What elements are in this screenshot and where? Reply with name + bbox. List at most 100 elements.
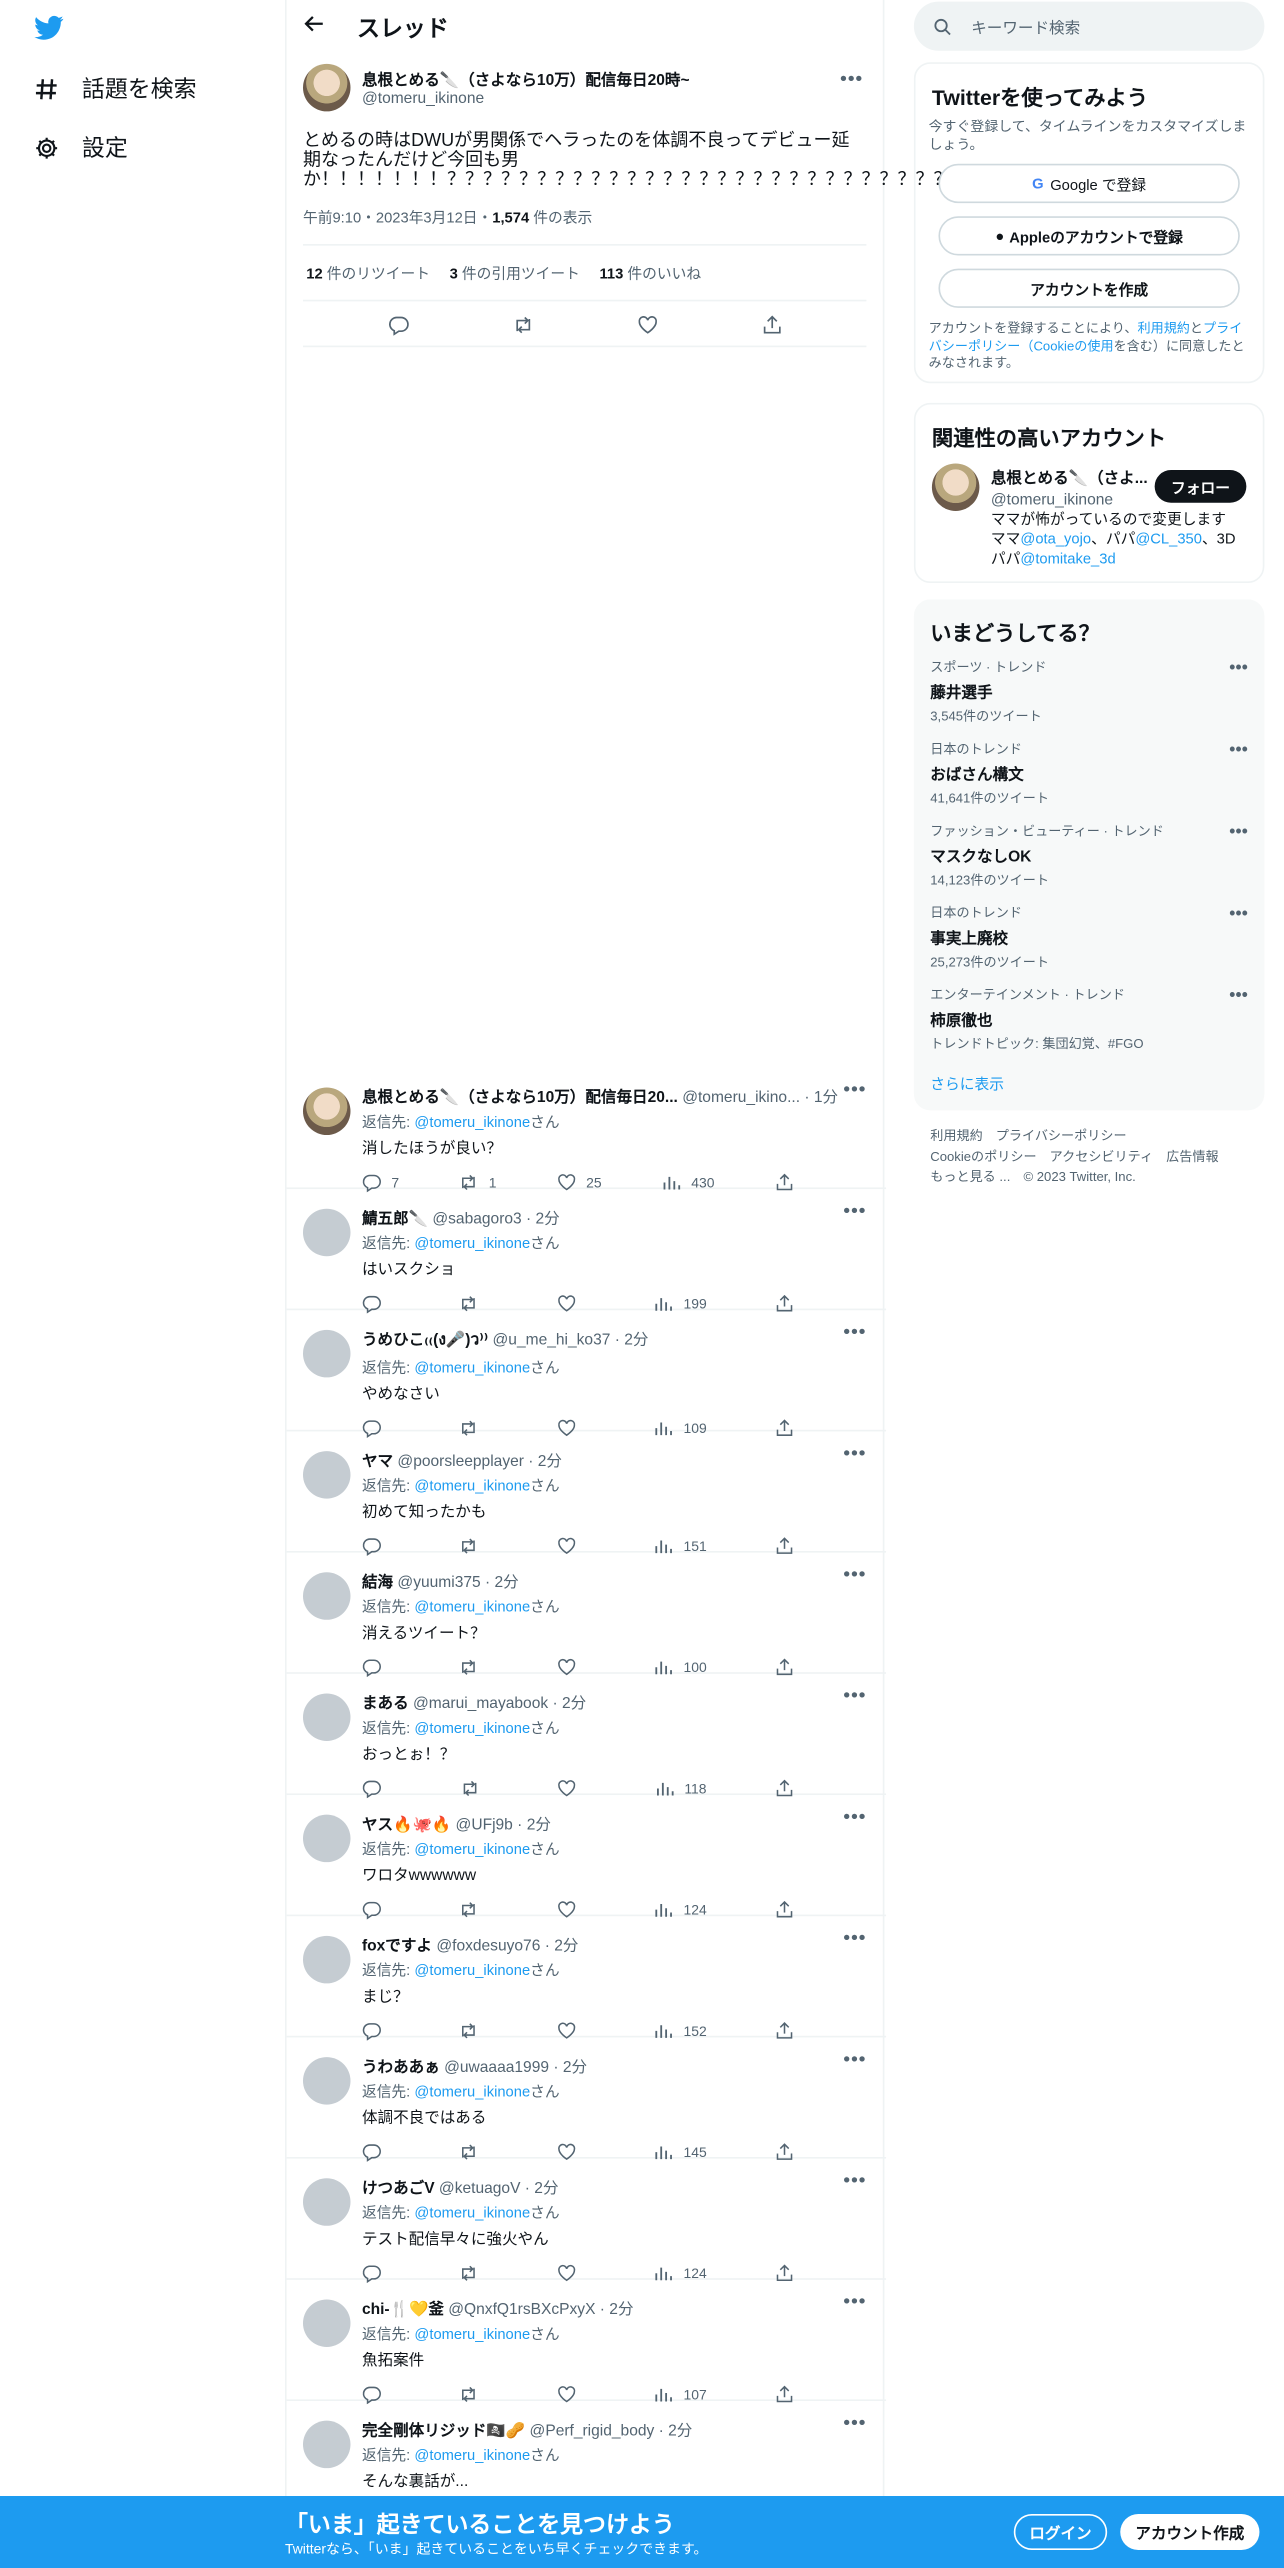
reply-author-handle[interactable]: @foxdesuyo76 bbox=[436, 1938, 540, 1956]
footer-line[interactable]: 利用規約 プライバシーポリシー bbox=[930, 1127, 1258, 1147]
reply-tweet[interactable]: ••• chi-🍴💛釜 @QnxfQ1rsBXcPxyX · 2分 返信先: @to… bbox=[286, 2280, 887, 2405]
more-options-icon[interactable]: ••• bbox=[843, 1320, 866, 1343]
trend-item[interactable]: 日本のトレンド 事実上廃校 25,273件のツイート ••• bbox=[930, 904, 1248, 971]
follow-button[interactable]: フォロー bbox=[1154, 470, 1247, 503]
reply-author-handle[interactable]: @Perf_rigid_body bbox=[530, 2422, 655, 2440]
mention-link[interactable]: @tomeru_ikinone bbox=[414, 1841, 530, 1857]
more-options-icon[interactable]: ••• bbox=[1229, 740, 1248, 760]
mention-link[interactable]: @tomeru_ikinone bbox=[414, 1359, 530, 1375]
reply-author-handle[interactable]: @tomeru_ikino... bbox=[682, 1089, 800, 1107]
reply-tweet[interactable]: ••• うわああぁ @uwaaaa1999 · 2分 返信先: @tomeru_ik… bbox=[286, 2037, 887, 2162]
reply-tweet[interactable]: ••• ヤス🔥🐙🔥 @UFj9b · 2分 返信先: @tomeru_ikinone… bbox=[286, 1795, 887, 1920]
avatar[interactable] bbox=[302, 2057, 351, 2105]
bio-mention[interactable]: @ota_yojo bbox=[1020, 531, 1091, 547]
show-more-link[interactable]: さらに表示 bbox=[930, 1073, 1004, 1094]
reply-author-handle[interactable]: @ketuagoV bbox=[439, 2180, 521, 2198]
avatar[interactable] bbox=[302, 1693, 351, 1741]
more-options-icon[interactable]: ••• bbox=[843, 1441, 866, 1464]
author-handle[interactable]: @tomeru_ikinone bbox=[362, 90, 690, 108]
author-name[interactable]: 息根とめる🔪（さよなら10万）配信毎日20時~ bbox=[362, 67, 690, 90]
like-icon[interactable] bbox=[636, 314, 657, 335]
avatar[interactable] bbox=[302, 1208, 351, 1257]
avatar[interactable] bbox=[302, 1087, 351, 1135]
related-handle[interactable]: @tomeru_ikinone bbox=[991, 491, 1148, 509]
reply-author-name[interactable]: 結海 bbox=[362, 1574, 393, 1592]
reply-tweet[interactable]: ••• ヤマ @poorsleepplayer · 2分 返信先: @tomeru_… bbox=[286, 1431, 887, 1556]
avatar[interactable] bbox=[302, 2299, 351, 2347]
more-options-icon[interactable]: ••• bbox=[843, 1805, 866, 1828]
reply-author-handle[interactable]: @marui_mayabook bbox=[413, 1695, 548, 1713]
reply-time[interactable]: · 2分 bbox=[525, 2180, 559, 2198]
more-options-icon[interactable]: ••• bbox=[1229, 822, 1248, 842]
more-options-icon[interactable]: ••• bbox=[843, 1926, 866, 1949]
reply-time[interactable]: · 2分 bbox=[526, 1210, 560, 1228]
more-options-icon[interactable]: ••• bbox=[843, 2168, 866, 2191]
avatar[interactable] bbox=[302, 1935, 351, 1984]
twitter-logo-icon[interactable] bbox=[33, 13, 66, 42]
mention-link[interactable]: @tomeru_ikinone bbox=[414, 1477, 530, 1493]
avatar[interactable] bbox=[302, 2420, 351, 2469]
more-options-icon[interactable]: ••• bbox=[843, 2047, 866, 2070]
reply-author-handle[interactable]: @yuumi375 bbox=[397, 1574, 480, 1592]
reply-time[interactable]: · 2分 bbox=[552, 1695, 586, 1713]
reply-author-handle[interactable]: @UFj9b bbox=[456, 1816, 513, 1834]
reply-author-name[interactable]: 鯖五郎🔪 bbox=[362, 1210, 428, 1228]
footer-line[interactable]: もっと見る ... © 2023 Twitter, Inc. bbox=[930, 1168, 1258, 1188]
more-options-icon[interactable]: ••• bbox=[843, 1562, 866, 1585]
reply-time[interactable]: · 1分 bbox=[804, 1089, 838, 1107]
mention-link[interactable]: @tomeru_ikinone bbox=[414, 1114, 530, 1130]
reply-tweet[interactable]: ••• 息根とめる🔪（さよなら10万）配信毎日20... @tomeru_ikin… bbox=[286, 1068, 887, 1193]
reply-author-name[interactable]: まある bbox=[362, 1695, 409, 1713]
trend-item[interactable]: 日本のトレンド おばさん構文 41,641件のツイート ••• bbox=[930, 740, 1248, 807]
reply-time[interactable]: · 2分 bbox=[615, 1332, 649, 1350]
avatar[interactable] bbox=[302, 2178, 351, 2226]
reply-tweet[interactable]: ••• 鯖五郎🔪 @sabagoro3 · 2分 返信先: @tomeru_ikin… bbox=[286, 1189, 887, 1314]
reply-time[interactable]: · 2分 bbox=[528, 1453, 562, 1471]
reply-author-handle[interactable]: @poorsleepplayer bbox=[397, 1453, 524, 1471]
reply-author-name[interactable]: 息根とめる🔪（さよなら10万）配信毎日20... bbox=[362, 1089, 678, 1107]
avatar[interactable] bbox=[302, 63, 351, 112]
more-options-icon[interactable]: ••• bbox=[1229, 904, 1248, 924]
mention-link[interactable]: @tomeru_ikinone bbox=[414, 1235, 530, 1251]
reply-time[interactable]: · 2分 bbox=[485, 1574, 519, 1592]
more-options-icon[interactable]: ••• bbox=[840, 67, 863, 90]
signup-button[interactable]: アカウント作成 bbox=[1120, 2514, 1260, 2551]
reply-author-name[interactable]: うめひこ₍₍(ง🎤)ว⁾⁾ bbox=[362, 1332, 488, 1350]
reply-author-name[interactable]: foxですよ bbox=[362, 1938, 432, 1956]
reply-tweet[interactable]: ••• まある @marui_mayabook · 2分 返信先: @tomeru_… bbox=[286, 1674, 887, 1799]
more-options-icon[interactable]: ••• bbox=[843, 2411, 866, 2434]
avatar[interactable] bbox=[302, 1329, 351, 1378]
reply-time[interactable]: · 2分 bbox=[553, 2059, 587, 2077]
reply-time[interactable]: · 2分 bbox=[545, 1938, 579, 1956]
more-options-icon[interactable]: ••• bbox=[1229, 986, 1248, 1006]
bio-mention[interactable]: @CL_350 bbox=[1135, 531, 1202, 547]
reply-tweet[interactable]: ••• うめひこ₍₍(ง🎤)ว⁾⁾ @u_me_hi_ko37 · 2分 返信先: … bbox=[286, 1310, 887, 1438]
reply-time[interactable]: · 2分 bbox=[517, 1816, 551, 1834]
more-options-icon[interactable]: ••• bbox=[843, 1078, 866, 1101]
mention-link[interactable]: @tomeru_ikinone bbox=[414, 2204, 530, 2220]
mention-link[interactable]: @tomeru_ikinone bbox=[414, 2326, 530, 2342]
retweets-stat[interactable]: 12 件のリツイート bbox=[306, 262, 430, 283]
more-options-icon[interactable]: ••• bbox=[1229, 658, 1248, 678]
mention-link[interactable]: @tomeru_ikinone bbox=[414, 2447, 530, 2463]
apple-signup-button[interactable]: ● Appleのアカウントで登録 bbox=[938, 216, 1240, 256]
footer-line[interactable]: Cookieのポリシー アクセシビリティ 広告情報 bbox=[930, 1147, 1258, 1167]
mention-link[interactable]: @tomeru_ikinone bbox=[414, 1720, 530, 1736]
avatar[interactable] bbox=[302, 1451, 351, 1499]
reply-author-name[interactable]: うわああぁ bbox=[362, 2059, 440, 2077]
avatar[interactable] bbox=[302, 1814, 351, 1863]
mention-link[interactable]: @tomeru_ikinone bbox=[414, 1598, 530, 1614]
mention-link[interactable]: @tomeru_ikinone bbox=[414, 2083, 530, 2099]
reply-author-name[interactable]: chi-🍴💛釜 bbox=[362, 2301, 444, 2319]
more-options-icon[interactable]: ••• bbox=[843, 1199, 866, 1222]
reply-icon[interactable] bbox=[387, 314, 408, 336]
share-icon[interactable] bbox=[761, 314, 782, 335]
mention-link[interactable]: @tomeru_ikinone bbox=[414, 1962, 530, 1978]
search-input[interactable]: キーワード検索 bbox=[913, 1, 1265, 51]
more-options-icon[interactable]: ••• bbox=[843, 1684, 866, 1707]
trend-item[interactable]: エンターテインメント · トレンド 柿原徹也 トレンドトピック: 集団幻覚、#FGO… bbox=[930, 986, 1248, 1053]
quotes-stat[interactable]: 3 件の引用ツイート bbox=[450, 262, 580, 283]
reply-author-name[interactable]: 完全剛体リジッド🏴‍☠️🥜 bbox=[362, 2422, 525, 2440]
avatar[interactable] bbox=[302, 1572, 351, 1620]
reply-tweet[interactable]: ••• けつあごV @ketuagoV · 2分 返信先: @tomeru_ikin… bbox=[286, 2159, 887, 2284]
